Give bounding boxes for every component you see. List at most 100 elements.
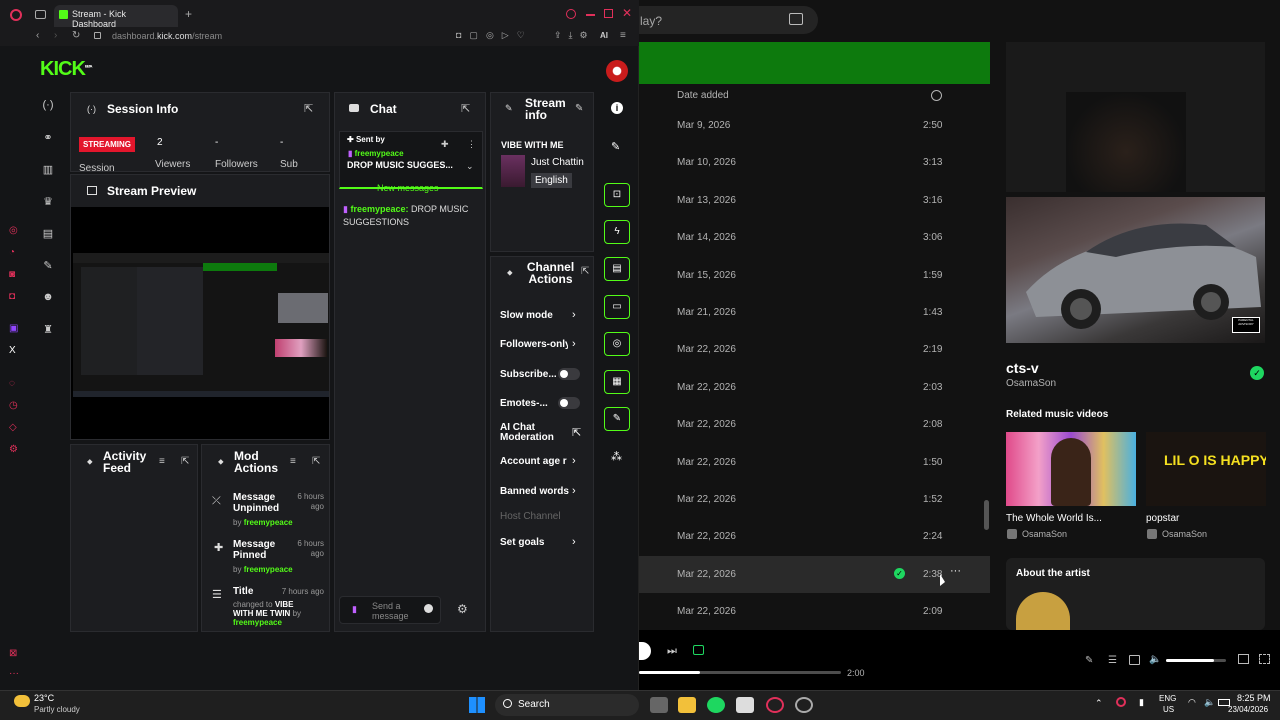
trophy-icon[interactable]: ♛ [39, 195, 57, 209]
popout-icon[interactable]: ⇱ [581, 266, 589, 277]
filter-icon[interactable]: ≡ [159, 456, 165, 467]
start-button[interactable] [469, 697, 485, 713]
videos-icon[interactable]: ▤ [39, 227, 57, 241]
related-thumb-2[interactable]: LIL O IS HAPPY [1146, 432, 1266, 506]
wifi-icon[interactable]: ◠ [1188, 697, 1196, 708]
file-explorer-icon[interactable] [678, 697, 696, 713]
volume-icon[interactable]: 🔈 [1204, 697, 1215, 708]
browser-tab-kick[interactable]: Stream - Kick Dashboard [54, 5, 178, 29]
history-icon[interactable]: ◷ [9, 400, 23, 414]
notes-button[interactable]: ▤ [604, 257, 630, 281]
community-icon[interactable]: ☻ [39, 291, 57, 305]
devices-icon[interactable] [1129, 655, 1140, 665]
chevron-right-icon[interactable]: › [572, 338, 576, 350]
pinned-username[interactable]: freemypeace [355, 149, 404, 158]
edit-icon[interactable]: ✎ [611, 140, 620, 153]
opera-sidebar-icon[interactable]: ◇ [9, 422, 23, 436]
kebab-icon[interactable]: ⋮ [467, 139, 476, 150]
weather-icon[interactable] [14, 695, 30, 707]
opera-sidebar-icon[interactable]: ⊠ [9, 648, 23, 662]
opera-taskbar-icon[interactable] [766, 697, 784, 713]
app-taskbar-icon[interactable] [795, 697, 813, 713]
volume-icon[interactable]: 🔈 [1149, 654, 1161, 665]
popout-icon[interactable]: ⇱ [181, 456, 189, 467]
forward-icon[interactable]: › [54, 30, 57, 41]
analytics-icon[interactable]: ▥ [39, 163, 57, 177]
search-tabs-icon[interactable] [566, 9, 576, 19]
browse-icon[interactable] [789, 13, 803, 25]
opera-sidebar-icon[interactable]: ◙ [9, 269, 23, 283]
track-row[interactable]: Mar 22, 2026 2:03 [639, 369, 990, 406]
opera-sidebar-icon[interactable]: ◘ [9, 291, 23, 305]
address-bar[interactable]: ‹ › ↻ dashboard.kick.com/stream ◘▢◎▷♡ ⇪⤓… [0, 28, 639, 46]
x-icon[interactable]: X [9, 345, 23, 359]
chevron-right-icon[interactable]: › [572, 455, 576, 467]
weather-temp[interactable]: 23°C [34, 693, 54, 703]
category-name[interactable]: Just Chattin [531, 157, 584, 168]
saved-check-icon[interactable]: ✓ [894, 567, 905, 579]
chevron-right-icon[interactable]: › [572, 309, 576, 321]
pinned-message[interactable]: ✚ Sent by ▮ freemypeace DROP MUSIC SUGGE… [339, 131, 483, 189]
opera-sidebar-icon[interactable]: ◌ [9, 378, 23, 392]
lang-top[interactable]: ENG [1159, 694, 1176, 703]
spotify-taskbar-icon[interactable] [707, 697, 725, 713]
play-pause-button[interactable] [639, 642, 651, 660]
mod-icon[interactable]: ♜ [39, 323, 57, 337]
popout-icon[interactable]: ⇱ [461, 102, 470, 115]
edit-icon[interactable]: ✎ [575, 103, 583, 114]
tools-button[interactable]: ✎ [604, 407, 630, 431]
followers-only-action[interactable]: Followers-only [500, 339, 568, 350]
track-row[interactable]: Mar 22, 2026 2:24 [639, 518, 990, 555]
broadcast-button[interactable]: ◎ [604, 332, 630, 356]
banned-words-action[interactable]: Banned words [500, 486, 569, 497]
unpin-icon[interactable]: ✚ [441, 139, 449, 150]
repeat-icon[interactable] [693, 645, 704, 655]
clock-time[interactable]: 8:25 PM [1237, 693, 1271, 703]
track-row[interactable]: Mar 22, 2026 2:08 [639, 406, 990, 443]
saved-check-icon[interactable]: ✓ [1250, 366, 1264, 380]
browser-toolbar-icons[interactable]: ◘▢◎▷♡ [456, 30, 533, 41]
slow-mode-action[interactable]: Slow mode [500, 310, 553, 321]
raid-button[interactable]: ϟ [604, 220, 630, 244]
related-thumb-1[interactable] [1006, 432, 1136, 506]
volume-slider[interactable] [1166, 659, 1226, 662]
track-title[interactable]: cts-v [1006, 360, 1039, 376]
clip-button[interactable]: ⊡ [604, 183, 630, 207]
emoji-icon[interactable] [424, 604, 433, 613]
track-row[interactable]: Mar 9, 2026 2:50 [639, 107, 990, 144]
scrollbar[interactable] [984, 500, 989, 530]
url-text[interactable]: dashboard.kick.com/stream [112, 31, 222, 41]
track-row[interactable]: Mar 14, 2026 3:06 [639, 219, 990, 256]
maximize-icon[interactable] [604, 9, 613, 18]
reload-icon[interactable]: ↻ [72, 30, 80, 41]
ai-chat-moderation-action[interactable]: AI Chat Moderation [500, 423, 560, 443]
user-avatar[interactable] [606, 60, 628, 82]
set-goals-action[interactable]: Set goals [500, 537, 544, 548]
opera-sidebar-icon[interactable]: ◎ [9, 225, 23, 239]
lang-bottom[interactable]: US [1163, 705, 1174, 714]
minimize-icon[interactable] [586, 14, 595, 16]
wrench-icon[interactable]: ✎ [39, 259, 57, 273]
progress-bar[interactable] [639, 671, 841, 674]
moderation-button[interactable]: ▦ [604, 370, 630, 394]
track-row[interactable]: Mar 22, 2026 1:50 [639, 444, 990, 481]
related-title-2[interactable]: popstar [1146, 513, 1179, 524]
expand-chevron-icon[interactable]: ⌄ [466, 161, 474, 172]
opera-sidebar-icon[interactable]: ◔ [9, 247, 23, 261]
chat-settings-icon[interactable]: ⚙ [457, 602, 468, 616]
track-row[interactable]: Mar 22, 2026 2:19 [639, 331, 990, 368]
account-age-action[interactable]: Account age r [500, 456, 567, 467]
store-icon[interactable] [736, 697, 754, 713]
emotes-only-toggle[interactable] [558, 397, 580, 409]
track-row[interactable]: Mar 13, 2026 3:16 [639, 182, 990, 219]
chevron-right-icon[interactable]: › [572, 536, 576, 548]
extensions-icon[interactable]: ⁂ [611, 450, 622, 463]
track-row[interactable]: Mar 10, 2026 3:13 [639, 144, 990, 181]
twitch-icon[interactable]: ▣ [9, 323, 23, 337]
more-options-icon[interactable]: ··· [950, 565, 961, 577]
track-row[interactable]: Mar 22, 2026 2:09 [639, 593, 990, 630]
emotes-only-action[interactable]: Emotes-... [500, 398, 548, 409]
workspaces-icon[interactable] [35, 10, 46, 19]
mod-user-link[interactable]: freemypeace [244, 518, 293, 527]
next-icon[interactable]: ⏭ [667, 645, 677, 658]
